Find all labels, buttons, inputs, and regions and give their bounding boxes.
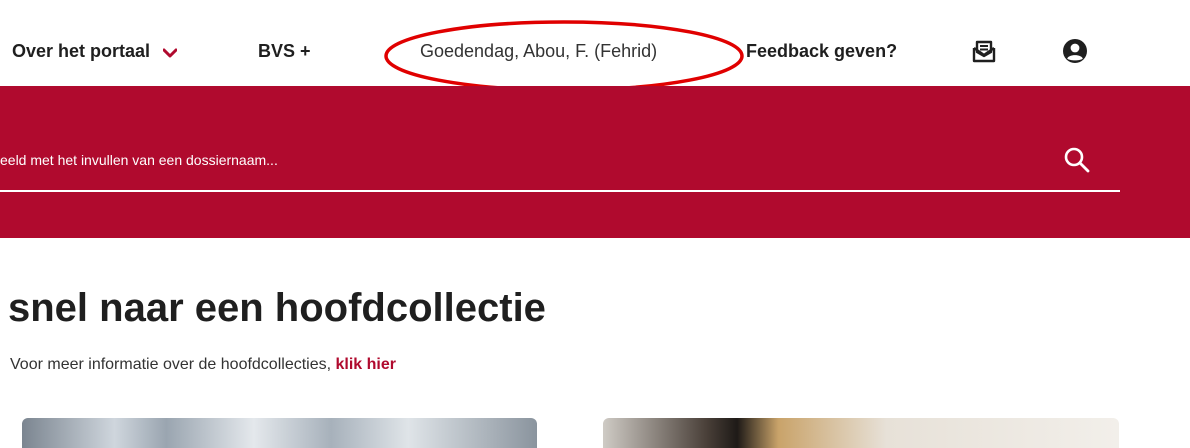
nav-over-het-portaal[interactable]: Over het portaal bbox=[12, 40, 178, 63]
chevron-down-icon bbox=[162, 41, 178, 63]
intro-paragraph: Voor meer informatie over de hoofdcollec… bbox=[10, 356, 396, 374]
top-navigation: Over het portaal BVS + Goedendag, Abou, … bbox=[0, 0, 1190, 92]
collection-card-image[interactable] bbox=[22, 418, 537, 448]
feedback-icon[interactable] bbox=[971, 38, 997, 64]
search-input[interactable]: eeld met het invullen van een dossiernaa… bbox=[0, 152, 278, 168]
nav-feedback-label: Feedback geven? bbox=[746, 41, 898, 61]
nav-bvs[interactable]: BVS + bbox=[258, 40, 311, 62]
search-underline bbox=[0, 190, 1120, 192]
collection-card-image[interactable] bbox=[603, 418, 1119, 448]
search-banner: eeld met het invullen van een dossiernaa… bbox=[0, 86, 1190, 238]
page-title: snel naar een hoofdcollectie bbox=[8, 286, 546, 330]
nav-feedback-link[interactable]: Feedback geven? bbox=[746, 40, 897, 62]
nav-bvs-label: BVS + bbox=[258, 41, 311, 61]
user-icon[interactable] bbox=[1062, 38, 1088, 64]
klik-hier-link[interactable]: klik hier bbox=[336, 356, 396, 373]
nav-portal-label: Over het portaal bbox=[12, 41, 151, 61]
search-icon[interactable] bbox=[1063, 146, 1091, 174]
user-greeting: Goedendag, Abou, F. (Fehrid) bbox=[420, 41, 658, 61]
intro-text: Voor meer informatie over de hoofdcollec… bbox=[10, 356, 336, 373]
